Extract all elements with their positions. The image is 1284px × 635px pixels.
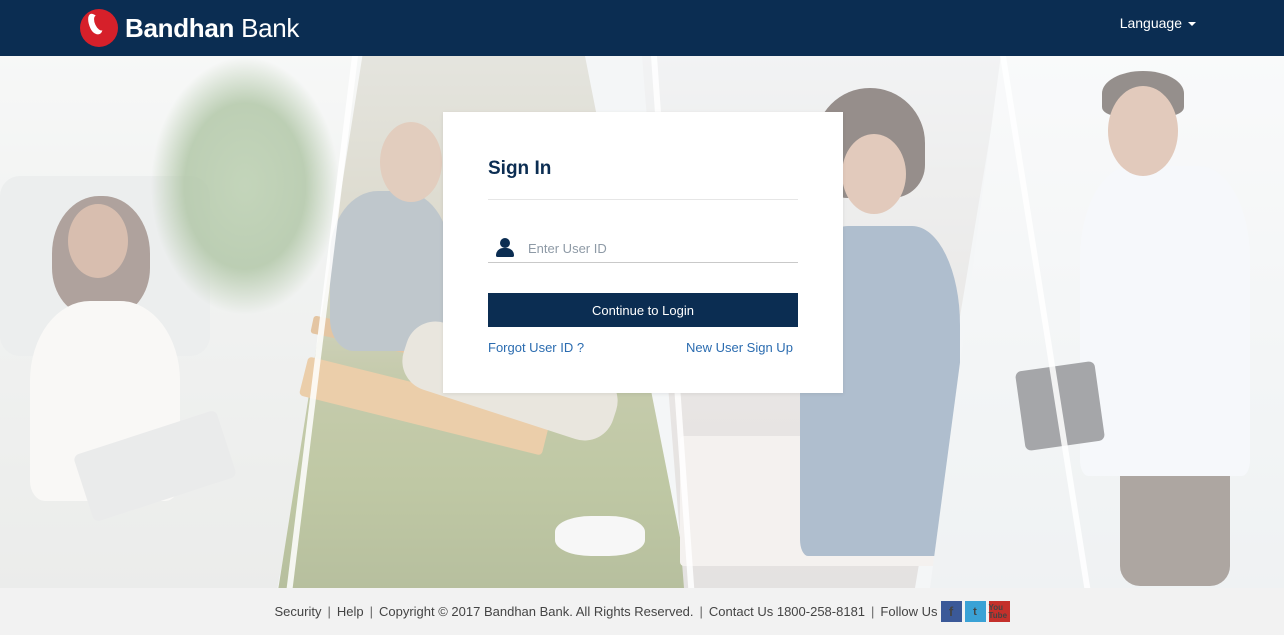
footer: Security | Help | Copyright © 2017 Bandh… [0, 588, 1284, 635]
footer-links: Security | Help | Copyright © 2017 Bandh… [274, 601, 1010, 622]
language-label: Language [1119, 15, 1182, 31]
footer-separator: | [871, 604, 875, 619]
footer-separator: | [369, 604, 373, 619]
title-divider [488, 199, 798, 200]
follow-us-label: Follow Us [880, 604, 938, 619]
footer-separator: | [699, 604, 703, 619]
brand-name-bold: Bandhan [125, 12, 235, 43]
twitter-icon[interactable]: t [964, 601, 986, 622]
copyright-text: Copyright © 2017 Bandhan Bank. All Right… [378, 604, 694, 619]
footer-separator: | [327, 604, 331, 619]
caret-down-icon [1188, 22, 1196, 26]
language-dropdown[interactable]: Language [1120, 15, 1196, 31]
contact-us-link[interactable]: Contact Us 1800-258-8181 [709, 604, 865, 619]
bank-logo-icon [80, 9, 118, 47]
sign-in-title: Sign In [488, 158, 552, 179]
sign-in-card: Sign In Continue to Login Forgot User ID… [443, 112, 843, 393]
new-user-sign-up-link[interactable]: New User Sign Up [686, 340, 793, 355]
user-id-input[interactable] [528, 235, 788, 261]
security-link[interactable]: Security [274, 604, 321, 619]
help-link[interactable]: Help [337, 604, 364, 619]
youtube-icon[interactable]: You Tube [988, 601, 1010, 622]
bandhan-bank-logo[interactable]: Bandhan Bank [80, 8, 299, 48]
continue-to-login-button[interactable]: Continue to Login [488, 293, 798, 327]
forgot-user-id-link[interactable]: Forgot User ID ? [488, 340, 584, 355]
user-id-field-row [488, 234, 798, 263]
top-header: Bandhan Bank Language [0, 0, 1284, 56]
brand-name-light: Bank [241, 12, 300, 43]
facebook-icon[interactable]: f [940, 601, 962, 622]
user-icon [496, 238, 514, 258]
brand-name: Bandhan Bank [125, 13, 299, 44]
